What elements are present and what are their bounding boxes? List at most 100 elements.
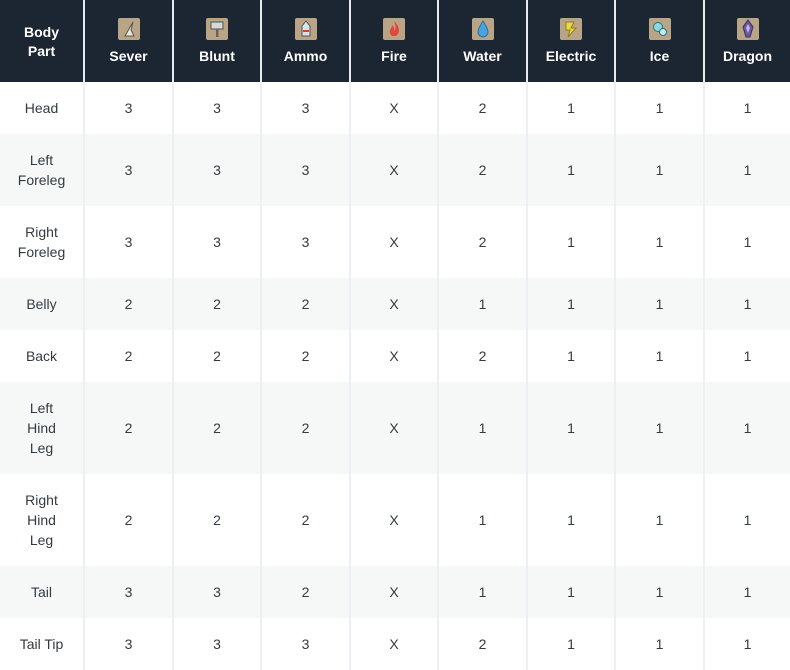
blunt-value: 2 xyxy=(172,382,261,474)
body-part-line: Leg xyxy=(29,440,54,456)
electric-value: 1 xyxy=(526,382,615,474)
ammo-value: 2 xyxy=(260,566,350,618)
body-part-cell: Tail xyxy=(0,566,84,618)
table-row: Right Hind Leg 2 2 2 X 1 1 1 1 xyxy=(0,474,790,566)
table-row: Right Foreleg 3 3 3 X 2 1 1 1 xyxy=(0,206,790,278)
ammo-icon xyxy=(294,18,317,40)
ice-value: 1 xyxy=(614,134,704,206)
dragon-value: 1 xyxy=(703,278,790,330)
body-part-line: Back xyxy=(25,348,58,364)
body-part-cell: Right Hind Leg xyxy=(0,474,84,566)
ice-value: 1 xyxy=(614,278,704,330)
body-part-cell: Back xyxy=(0,330,84,382)
ammo-value: 3 xyxy=(260,618,350,670)
fire-value: X xyxy=(349,330,438,382)
header-blunt: Blunt xyxy=(172,0,261,82)
fire-value: X xyxy=(349,474,438,566)
dragon-value: 1 xyxy=(703,618,790,670)
blunt-value: 2 xyxy=(172,330,261,382)
body-part-line: Left xyxy=(29,152,54,168)
header-label: Dragon xyxy=(723,48,772,64)
ice-value: 1 xyxy=(614,566,704,618)
table-row: Belly 2 2 2 X 1 1 1 1 xyxy=(0,278,790,330)
body-part-cell: Right Foreleg xyxy=(0,206,84,278)
blunt-value: 2 xyxy=(172,278,261,330)
header-label: Blunt xyxy=(199,48,235,64)
table-row: Left Hind Leg 2 2 2 X 1 1 1 1 xyxy=(0,382,790,474)
header-label: Fire xyxy=(381,48,407,64)
ice-value: 1 xyxy=(614,382,704,474)
table-row: Tail Tip 3 3 3 X 2 1 1 1 xyxy=(0,618,790,670)
header-sever: Sever xyxy=(83,0,173,82)
blunt-value: 3 xyxy=(172,618,261,670)
ice-value: 1 xyxy=(614,206,704,278)
body-part-line: Belly xyxy=(26,296,57,312)
dragon-value: 1 xyxy=(703,474,790,566)
header-ammo: Ammo xyxy=(260,0,350,82)
sever-icon xyxy=(117,18,140,40)
ice-value: 1 xyxy=(614,330,704,382)
table-body: Head 3 3 3 X 2 1 1 1 Left Foreleg 3 3 3 … xyxy=(0,82,790,670)
header-label: Electric xyxy=(545,48,597,64)
body-part-line: Hind xyxy=(27,512,56,528)
body-part-line: Tail xyxy=(30,584,52,600)
table-row: Left Foreleg 3 3 3 X 2 1 1 1 xyxy=(0,134,790,206)
dragon-icon xyxy=(736,18,759,40)
ammo-value: 2 xyxy=(260,474,350,566)
body-part-line: Foreleg xyxy=(17,172,66,188)
sever-value: 3 xyxy=(83,82,173,134)
water-value: 1 xyxy=(437,566,527,618)
sever-value: 3 xyxy=(83,618,173,670)
header-body-part: Body Part xyxy=(0,0,84,82)
blunt-value: 2 xyxy=(172,474,261,566)
hitzone-table: Body Part Sever Blunt Ammo Fire Water El… xyxy=(0,0,790,670)
ammo-value: 2 xyxy=(260,382,350,474)
ammo-value: 3 xyxy=(260,82,350,134)
sever-value: 2 xyxy=(83,474,173,566)
dragon-value: 1 xyxy=(703,382,790,474)
ice-value: 1 xyxy=(614,618,704,670)
water-value: 1 xyxy=(437,278,527,330)
body-part-line: Right xyxy=(25,492,58,508)
fire-value: X xyxy=(349,206,438,278)
ice-value: 1 xyxy=(614,82,704,134)
electric-value: 1 xyxy=(526,134,615,206)
water-value: 2 xyxy=(437,82,527,134)
sever-value: 2 xyxy=(83,278,173,330)
electric-value: 1 xyxy=(526,618,615,670)
header-body-part-line: Part xyxy=(27,43,56,59)
fire-icon xyxy=(383,18,405,40)
header-electric: Electric xyxy=(526,0,615,82)
fire-value: X xyxy=(349,618,438,670)
water-value: 2 xyxy=(437,134,527,206)
header-body-part-line: Body xyxy=(24,24,59,40)
sever-value: 3 xyxy=(83,134,173,206)
header-water: Water xyxy=(437,0,527,82)
body-part-line: Left xyxy=(29,400,54,416)
fire-value: X xyxy=(349,566,438,618)
body-part-cell: Left Hind Leg xyxy=(0,382,84,474)
body-part-line: Foreleg xyxy=(17,244,66,260)
table-row: Tail 3 3 2 X 1 1 1 1 xyxy=(0,566,790,618)
ammo-value: 2 xyxy=(260,330,350,382)
dragon-value: 1 xyxy=(703,206,790,278)
water-icon xyxy=(471,18,494,40)
body-part-line: Right xyxy=(25,224,58,240)
sever-value: 2 xyxy=(83,330,173,382)
header-label: Ammo xyxy=(283,48,328,64)
header-label: Ice xyxy=(649,48,670,64)
body-part-cell: Belly xyxy=(0,278,84,330)
sever-value: 2 xyxy=(83,382,173,474)
sever-value: 3 xyxy=(83,206,173,278)
blunt-value: 3 xyxy=(172,206,261,278)
electric-value: 1 xyxy=(526,566,615,618)
water-value: 1 xyxy=(437,382,527,474)
water-value: 2 xyxy=(437,618,527,670)
electric-value: 1 xyxy=(526,330,615,382)
header-row: Body Part Sever Blunt Ammo Fire Water El… xyxy=(0,0,790,82)
ammo-value: 3 xyxy=(260,206,350,278)
table-header: Body Part Sever Blunt Ammo Fire Water El… xyxy=(0,0,790,82)
body-part-line: Leg xyxy=(29,532,54,548)
ice-value: 1 xyxy=(614,474,704,566)
dragon-value: 1 xyxy=(703,330,790,382)
